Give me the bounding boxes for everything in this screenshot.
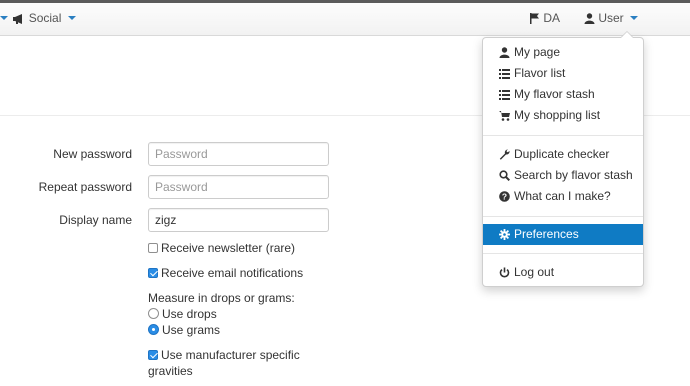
use-drops-option[interactable]: Use drops (148, 307, 217, 321)
menu-item-label: What can I make? (514, 189, 611, 203)
display-name-input[interactable] (148, 208, 329, 232)
new-password-label: New password (53, 147, 132, 161)
caret-down-icon (0, 15, 8, 20)
menu-item-label: My page (514, 45, 561, 59)
navbar: Social DA User (0, 3, 690, 36)
repeat-password-label: Repeat password (38, 180, 132, 194)
menu-divider (483, 216, 643, 217)
email-notifications-option[interactable]: Receive email notifications (148, 266, 303, 280)
menu-item-my-shopping-list[interactable]: My shopping list (483, 105, 643, 126)
list-icon (499, 68, 511, 79)
megaphone-icon (13, 13, 25, 24)
manufacturer-gravities-label-continued: gravities (148, 364, 193, 378)
caret-down-icon (67, 15, 76, 20)
manufacturer-gravities-checkbox[interactable] (148, 350, 158, 360)
use-grams-option[interactable]: Use grams (148, 323, 220, 337)
search-icon (499, 170, 511, 182)
menu-item-duplicate-checker[interactable]: Duplicate checker (483, 144, 643, 165)
manufacturer-gravities-label: Use manufacturer specific (161, 348, 300, 362)
email-notifications-label: Receive email notifications (161, 266, 304, 280)
repeat-password-input[interactable] (148, 175, 329, 199)
power-icon (499, 267, 511, 278)
user-icon (584, 13, 595, 25)
social-menu[interactable]: Social (0, 3, 76, 36)
social-label: Social (28, 11, 62, 25)
menu-item-log-out[interactable]: Log out (483, 262, 643, 283)
menu-item-what-can-i-make[interactable]: ? What can I make? (483, 186, 643, 207)
language-menu[interactable]: DA (529, 3, 560, 36)
newsletter-checkbox[interactable] (148, 243, 158, 253)
use-grams-radio[interactable] (148, 324, 159, 335)
menu-item-label: Duplicate checker (514, 147, 610, 161)
menu-divider (483, 135, 643, 136)
user-dropdown-menu: My page Flavor list My flavor stash My s… (482, 37, 644, 287)
manufacturer-gravities-option[interactable]: Use manufacturer specific (148, 348, 300, 362)
user-label: User (598, 11, 624, 25)
menu-item-my-page[interactable]: My page (483, 42, 643, 63)
menu-item-label: Preferences (514, 227, 579, 241)
menu-item-label: Search by flavor stash (514, 168, 633, 182)
menu-item-label: My shopping list (514, 108, 601, 122)
measure-label: Measure in drops or grams: (148, 291, 295, 305)
menu-item-search-by-flavor-stash[interactable]: Search by flavor stash (483, 165, 643, 186)
user-icon (499, 47, 511, 59)
wrench-icon (499, 149, 511, 161)
shopping-cart-icon (499, 110, 511, 121)
display-name-label: Display name (59, 213, 132, 227)
newsletter-label: Receive newsletter (rare) (161, 241, 296, 255)
question-icon: ? (499, 191, 511, 203)
menu-item-label: Log out (514, 265, 555, 279)
use-drops-label: Use drops (162, 307, 217, 321)
svg-text:?: ? (502, 192, 507, 202)
caret-down-icon (630, 15, 639, 20)
menu-item-label: Flavor list (514, 66, 566, 80)
use-grams-label: Use grams (162, 323, 221, 337)
menu-item-label: My flavor stash (514, 87, 595, 101)
menu-item-flavor-list[interactable]: Flavor list (483, 63, 643, 84)
dropdown-pointer-fill (621, 32, 633, 38)
email-notifications-checkbox[interactable] (148, 268, 158, 278)
flag-icon (529, 13, 540, 25)
new-password-input[interactable] (148, 142, 329, 166)
menu-item-preferences[interactable]: Preferences (483, 224, 643, 245)
use-drops-radio[interactable] (148, 308, 159, 319)
newsletter-option[interactable]: Receive newsletter (rare) (148, 241, 295, 255)
language-label: DA (543, 11, 561, 25)
menu-divider (483, 253, 643, 254)
gear-icon (499, 229, 511, 241)
menu-item-my-flavor-stash[interactable]: My flavor stash (483, 84, 643, 105)
list-icon (499, 89, 511, 100)
